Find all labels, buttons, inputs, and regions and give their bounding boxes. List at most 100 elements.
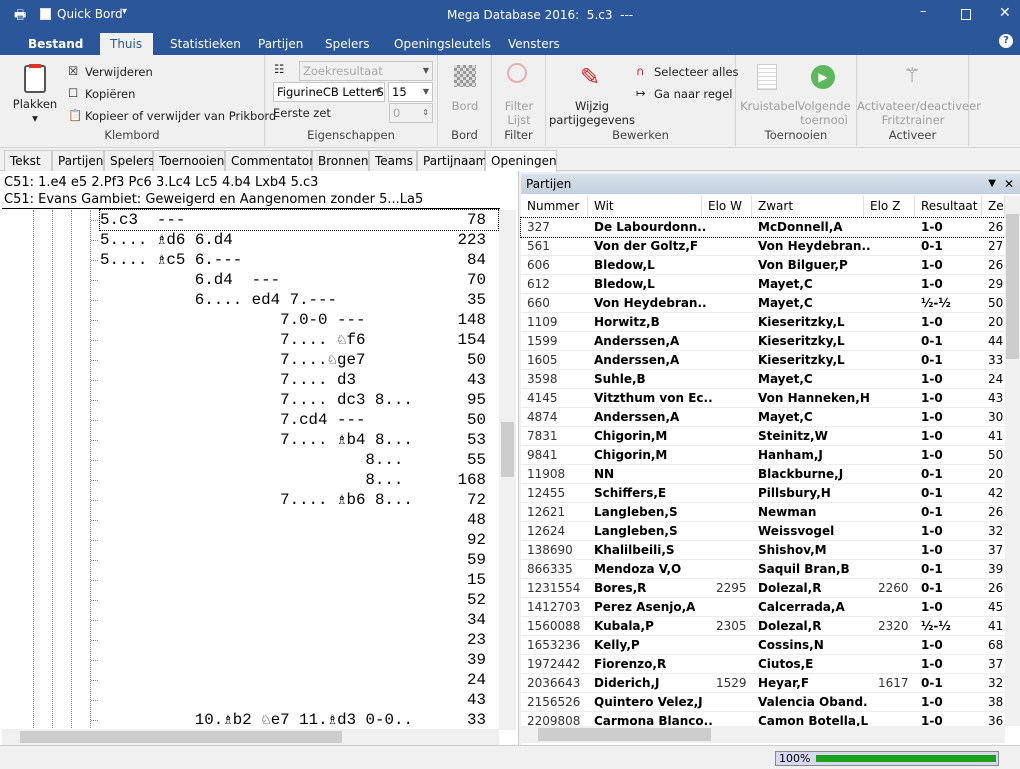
paste-button[interactable]: Plakken ▾	[10, 97, 60, 125]
tree-row[interactable]: 92	[100, 530, 498, 550]
font-size-select[interactable]: 15 ▼	[388, 82, 433, 102]
table-row[interactable]: 1599 Anderssen,A Kieseritzky,L 0-1 44	[521, 332, 1005, 351]
table-row[interactable]: 2036643 Diderich,J 1529 Heyar,F 1617 0-1 32	[521, 674, 1005, 693]
tree-row[interactable]: 7.... ♘f6 154	[100, 330, 498, 350]
vertical-scrollbar[interactable]	[1005, 196, 1020, 726]
tab-bestand[interactable]: Bestand	[18, 33, 93, 55]
tree-row[interactable]: 7.... d3 43	[100, 370, 498, 390]
table-row[interactable]: 11908 NN Blackburne,J 0-1 20	[521, 465, 1005, 484]
tree-row[interactable]: 7.... dc3 8... 95	[100, 390, 498, 410]
tree-row[interactable]: 24	[100, 670, 498, 690]
scrollbar-thumb[interactable]	[20, 731, 342, 743]
column-header[interactable]: Ze	[982, 196, 1005, 217]
close-button[interactable]: ✕	[999, 5, 1011, 21]
search-result-select[interactable]: Zoekresultaat ▼	[299, 61, 433, 81]
clipboard-button[interactable]: Kopieer of verwijder van Prikbord	[85, 109, 276, 123]
table-row[interactable]: 2156526 Quintero Velez,J Valencia Oband. 1-…	[521, 693, 1005, 712]
tree-row[interactable]: 8... 168	[100, 470, 498, 490]
next-tournament-button[interactable]: Volgende toernooi	[796, 99, 852, 127]
tab-tekst[interactable]: Tekst	[4, 150, 52, 171]
tree-row[interactable]: 59	[100, 550, 498, 570]
tree-row[interactable]: 48	[100, 510, 498, 530]
pane-menu-icon[interactable]: ▼	[988, 174, 996, 194]
scrollbar-thumb[interactable]	[501, 422, 514, 477]
quick-access-dropdown-icon[interactable]: ▾	[122, 6, 127, 17]
table-row[interactable]: 1972442 Fiorenzo,R Ciutos,E 1-0 37	[521, 655, 1005, 674]
column-header[interactable]: Wit	[588, 196, 702, 217]
horizontal-scrollbar[interactable]	[521, 726, 1005, 743]
tab-teams[interactable]: Teams	[369, 150, 417, 171]
tree-row[interactable]: 6.d4 --- 70	[100, 270, 498, 290]
column-header[interactable]: Elo Z	[864, 196, 915, 217]
table-row[interactable]: 1560088 Kubala,P 2305 Dolezal,R 2320 ½-½ 41	[521, 617, 1005, 636]
tab-bronnen[interactable]: Bronnen	[312, 150, 369, 171]
font-select[interactable]: FigurineCB LetterS ▼	[273, 82, 385, 102]
tree-row[interactable]: 7.... ♗b4 8... 53	[100, 430, 498, 450]
fritztrainer-button[interactable]: Activateer/deactiveer Fritztrainer	[857, 99, 981, 127]
tree-row[interactable]: 8... 55	[100, 450, 498, 470]
tree-row[interactable]: 7.0-0 --- 148	[100, 310, 498, 330]
table-row[interactable]: 1231554 Bores,R 2295 Dolezal,R 2260 0-1 26	[521, 579, 1005, 598]
table-row[interactable]: 606 Bledow,L Von Bilguer,P 1-0 26	[521, 256, 1005, 275]
tree-row[interactable]: 10.♗b2 ♘e7 11.♗d3 0-0.. 33	[100, 710, 498, 730]
copy-button[interactable]: Kopiëren	[85, 87, 135, 101]
table-row[interactable]: 12621 Langleben,S Newman 0-1 26	[521, 503, 1005, 522]
tab-spelers[interactable]: Spelers	[104, 150, 155, 171]
table-row[interactable]: 660 Von Heydebran.. Mayet,C ½-½ 50	[521, 294, 1005, 313]
table-row[interactable]: 4874 Anderssen,A Mayet,C 1-0 30	[521, 408, 1005, 427]
tree-row[interactable]: 5.... ♗d6 6.d4 223	[100, 230, 498, 250]
first-move-spinner[interactable]: 0 ⇕	[389, 103, 433, 123]
delete-button[interactable]: Verwijderen	[85, 65, 153, 79]
pane-close-icon[interactable]: ✕	[1004, 174, 1014, 194]
table-row[interactable]: 9841 Chigorin,M Hanham,J 1-0 50	[521, 446, 1005, 465]
tab-commentator[interactable]: Commentator	[225, 150, 314, 171]
table-row[interactable]: 327 De Labourdonn.. McDonnell,A 1-0 26	[520, 217, 1006, 238]
help-icon[interactable]: ?	[999, 34, 1013, 48]
goto-line-button[interactable]: Ga naar regel	[654, 87, 733, 101]
tab-statistieken[interactable]: Statistieken	[160, 33, 251, 55]
table-row[interactable]: 7831 Chigorin,M Steinitz,W 1-0 41	[521, 427, 1005, 446]
tab-openingen[interactable]: Openingen	[485, 150, 557, 172]
tree-row[interactable]: 7....♘ge7 50	[100, 350, 498, 370]
column-header[interactable]: Elo W	[702, 196, 752, 217]
table-row[interactable]: 866335 Mendoza V,O Saquil Bran,B 0-1 39	[521, 560, 1005, 579]
filter-list-button[interactable]: Filter Lijst	[500, 99, 538, 127]
table-row[interactable]: 3598 Suhle,B Mayet,C 1-0 24	[521, 370, 1005, 389]
maximize-button[interactable]	[961, 9, 971, 20]
table-row[interactable]: 612 Bledow,L Mayet,C 1-0 29	[521, 275, 1005, 294]
table-row[interactable]: 138690 Khalilbeili,S Shishov,M 1-0 37	[521, 541, 1005, 560]
tab-thuis[interactable]: Thuis	[100, 33, 153, 55]
vertical-scrollbar[interactable]	[499, 210, 516, 730]
table-row[interactable]: 1412703 Perez Asenjo,A Calcerrada,A 1-0 45	[521, 598, 1005, 617]
tab-spelers[interactable]: Spelers	[315, 33, 380, 55]
tree-row[interactable]: 23	[100, 630, 498, 650]
tree-row[interactable]: 7.... ♗b6 8... 72	[100, 490, 498, 510]
print-icon[interactable]: 🖶	[14, 6, 26, 28]
tab-partijen[interactable]: Partijen	[248, 33, 313, 55]
tree-row[interactable]: 39	[100, 650, 498, 670]
scrollbar-thumb[interactable]	[1006, 214, 1019, 359]
tab-toernooien[interactable]: Toernooien	[153, 150, 225, 171]
table-row[interactable]: 561 Von der Goltz,F Von Heydebran.. 0-1 27	[521, 237, 1005, 256]
table-row[interactable]: 1109 Horwitz,B Kieseritzky,L 1-0 20	[521, 313, 1005, 332]
select-all-button[interactable]: Selecteer alles	[654, 65, 739, 79]
tree-row[interactable]: 43	[100, 690, 498, 710]
column-header[interactable]: Resultaat	[915, 196, 982, 217]
column-header[interactable]: Zwart	[752, 196, 864, 217]
crosstable-button[interactable]: Kruistabel	[740, 99, 798, 113]
tab-openingsleutels[interactable]: Openingsleutels	[384, 33, 501, 55]
column-header[interactable]: Nummer	[521, 196, 588, 217]
tree-row[interactable]: 52	[100, 590, 498, 610]
tree-row[interactable]: 7.cd4 --- 50	[100, 410, 498, 430]
tree-row[interactable]: 5.... ♗c5 6.--- 84	[100, 250, 498, 270]
tab-vensters[interactable]: Vensters	[498, 33, 570, 55]
tree-row[interactable]: 34	[100, 610, 498, 630]
scrollbar-thumb[interactable]	[538, 728, 711, 741]
tab-partijnaam[interactable]: Partijnaam	[417, 150, 487, 171]
tree-row[interactable]: 5.c3 --- 78	[99, 209, 499, 231]
table-row[interactable]: 1605 Anderssen,A Kieseritzky,L 0-1 33	[521, 351, 1005, 370]
table-row[interactable]: 12455 Schiffers,E Pillsbury,H 0-1 42	[521, 484, 1005, 503]
quick-board-checkbox[interactable]	[40, 8, 51, 20]
minimize-button[interactable]: –	[920, 4, 927, 19]
table-row[interactable]: 4145 Vitzthum von Ec.. Von Hanneken,H 1-0 43	[521, 389, 1005, 408]
